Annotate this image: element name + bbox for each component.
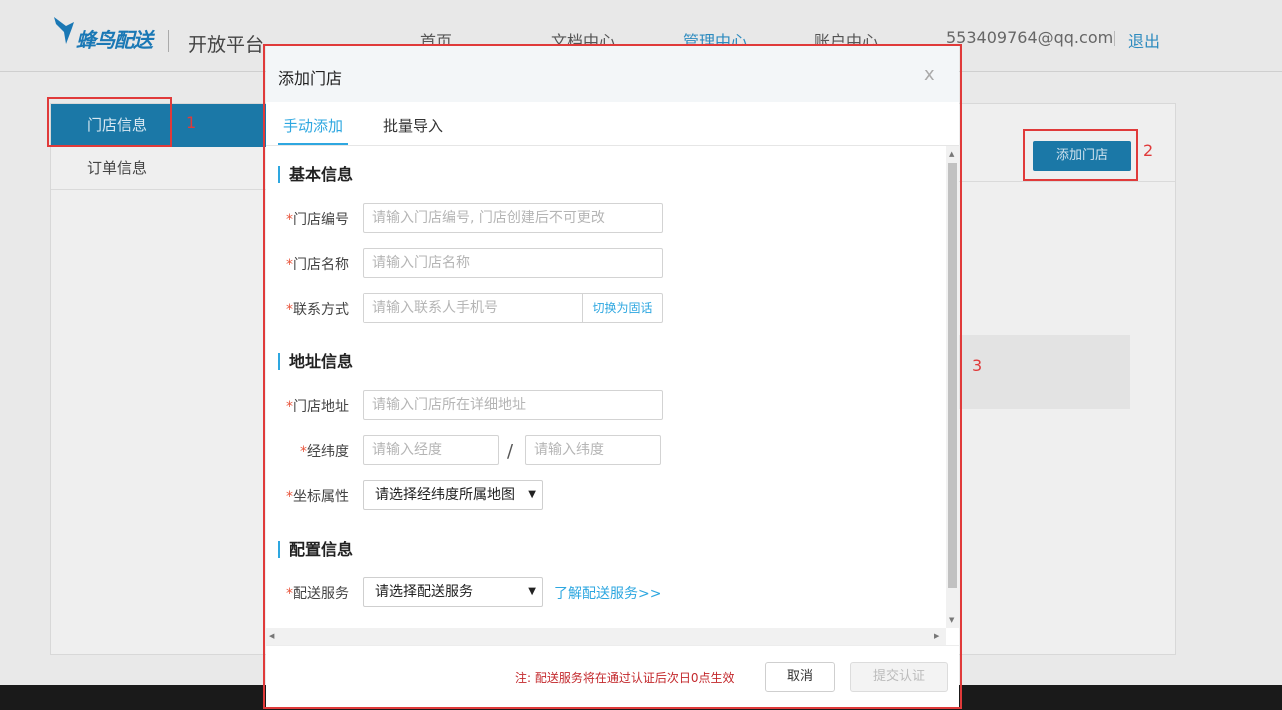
sidebar: 门店信息 订单信息	[51, 104, 271, 654]
background-panel	[958, 335, 1130, 409]
account-email[interactable]: 553409764@qq.com	[946, 28, 1113, 47]
annotation-box-3	[263, 44, 962, 709]
annotation-number-1: 1	[186, 113, 197, 132]
annotation-number-2: 2	[1143, 141, 1154, 160]
platform-title: 开放平台	[188, 34, 265, 56]
annotation-box-1	[47, 97, 172, 147]
brand-logo-text[interactable]: 蜂鸟配送	[76, 24, 153, 53]
account-divider	[1114, 31, 1115, 46]
logout-link[interactable]: 退出	[1128, 28, 1160, 52]
content-header-divider	[958, 181, 1175, 182]
sidebar-divider	[51, 189, 271, 190]
annotation-number-3: 3	[972, 356, 983, 375]
annotation-box-2	[1023, 129, 1138, 181]
sidebar-item-order-info[interactable]: 订单信息	[51, 147, 271, 190]
logo-divider	[168, 30, 169, 52]
